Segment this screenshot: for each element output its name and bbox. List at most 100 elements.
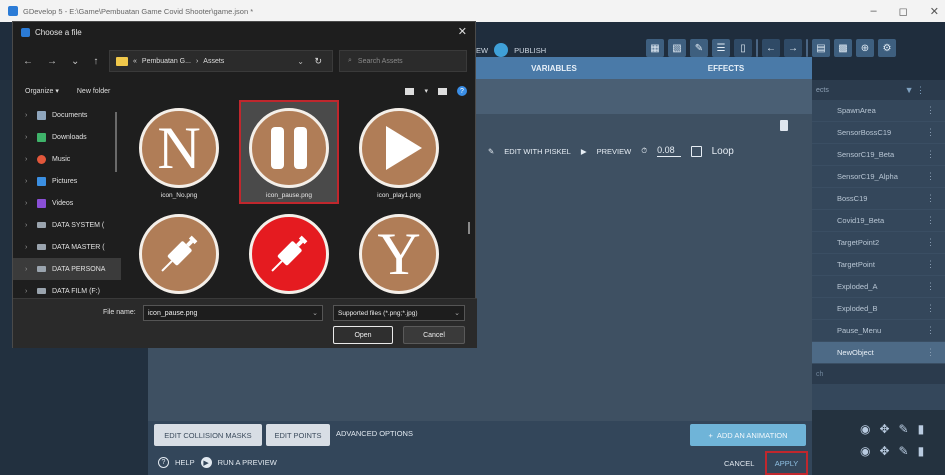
nav-item-downloads[interactable]: › Downloads	[13, 126, 121, 148]
object-item[interactable]: SensorC19_Beta ⋮	[812, 144, 945, 166]
close-icon[interactable]: ✕	[930, 5, 939, 18]
up-arrow-icon[interactable]: ↑	[93, 56, 98, 67]
edit-points-button[interactable]: EDIT POINTS	[266, 424, 330, 446]
file-tile[interactable]: N icon_No.png	[131, 102, 227, 202]
file-tile[interactable]: icon_play1.png	[351, 102, 447, 202]
nav-item-drive[interactable]: › DATA MASTER (	[13, 236, 121, 258]
organize-menu[interactable]: Organize ▾	[25, 87, 59, 95]
cancel-button[interactable]: CANCEL	[724, 459, 754, 468]
layers-icon[interactable]: ☰	[712, 39, 730, 57]
object-item[interactable]: Pause_Menu ⋮	[812, 320, 945, 342]
refresh-icon[interactable]: ↻	[314, 56, 322, 67]
chevron-down-icon[interactable]: ⌄	[297, 57, 304, 66]
settings-icon[interactable]: ⚙	[878, 39, 896, 57]
move-icon[interactable]: ✥	[879, 444, 889, 458]
tab-effects[interactable]: EFFECTS	[640, 57, 812, 79]
more-icon[interactable]: ⋮	[926, 215, 935, 226]
trash-icon[interactable]	[780, 120, 788, 131]
grid-scrollbar[interactable]	[468, 222, 470, 234]
file-tile[interactable]	[241, 208, 337, 294]
visibility-icon[interactable]: ◉	[860, 422, 870, 436]
more-icon[interactable]: ⋮	[926, 281, 935, 292]
move-icon[interactable]: ✥	[879, 422, 889, 436]
file-tile[interactable]	[131, 208, 227, 294]
advanced-options-button[interactable]: ADVANCED OPTIONS	[336, 429, 413, 438]
object-groups-icon[interactable]: ▧	[668, 39, 686, 57]
chevron-down-icon[interactable]: ⌄	[454, 309, 460, 317]
zoom-icon[interactable]: ⊕	[856, 39, 874, 57]
objects-panel-icon[interactable]: ▦	[646, 39, 664, 57]
visibility-icon[interactable]: ◉	[860, 444, 870, 458]
recent-chevron-icon[interactable]: ⌄	[71, 56, 79, 67]
preview-fragment[interactable]: EW	[476, 46, 488, 55]
change-view-icon[interactable]	[405, 87, 415, 95]
undo-icon[interactable]: ←	[762, 39, 780, 57]
nav-scrollbar[interactable]	[115, 112, 117, 172]
help-icon[interactable]: ?	[457, 86, 467, 96]
object-item[interactable]: TargetPoint2 ⋮	[812, 232, 945, 254]
properties-icon[interactable]: ✎	[690, 39, 708, 57]
chevron-down-icon[interactable]: ▾	[424, 87, 428, 95]
chevron-down-icon[interactable]: ⌄	[312, 309, 318, 317]
open-button[interactable]: Open	[333, 326, 393, 344]
breadcrumb-item[interactable]: Assets	[203, 58, 224, 65]
nav-item-pictures[interactable]: › Pictures	[13, 170, 121, 192]
file-name-input[interactable]: icon_pause.png ⌄	[143, 305, 323, 321]
object-item[interactable]: Covid19_Beta ⋮	[812, 210, 945, 232]
instances-icon[interactable]: ▯	[734, 39, 752, 57]
more-icon[interactable]: ⋮	[926, 127, 935, 138]
expand-icon[interactable]: ›	[25, 134, 31, 141]
back-arrow-icon[interactable]: ←	[23, 56, 33, 67]
publish-button[interactable]: PUBLISH	[514, 46, 546, 55]
run-preview-button[interactable]: RUN A PREVIEW	[218, 458, 277, 467]
maximize-icon[interactable]: ◻	[899, 5, 908, 18]
forward-arrow-icon[interactable]: →	[47, 56, 57, 67]
time-between-frames-input[interactable]: 0.08	[657, 145, 681, 157]
object-item[interactable]: Exploded_A ⋮	[812, 276, 945, 298]
apply-button[interactable]: APPLY	[765, 451, 808, 475]
expand-icon[interactable]: ›	[25, 266, 31, 273]
nav-item-drive[interactable]: › DATA PERSONA	[13, 258, 121, 280]
more-icon[interactable]: ⋮	[926, 237, 935, 248]
expand-icon[interactable]: ›	[25, 178, 31, 185]
redo-icon[interactable]: →	[784, 39, 802, 57]
more-icon[interactable]: ⋮	[926, 259, 935, 270]
expand-icon[interactable]: ›	[25, 288, 31, 295]
events-icon[interactable]: ▤	[812, 39, 830, 57]
file-tile-selected[interactable]: icon_pause.png	[239, 100, 339, 204]
nav-item-videos[interactable]: › Videos	[13, 192, 121, 214]
close-icon[interactable]: ✕	[458, 25, 467, 38]
edit-icon[interactable]: ✎	[899, 422, 909, 436]
publish-icon[interactable]	[494, 43, 509, 57]
loop-checkbox[interactable]	[690, 145, 702, 157]
file-type-select[interactable]: Supported files (*.png;*.jpg) ⌄	[333, 305, 465, 321]
more-icon[interactable]: ⋮	[926, 171, 935, 182]
more-icon[interactable]: ⋮	[926, 105, 935, 116]
more-icon[interactable]: ⋮	[926, 193, 935, 204]
address-bar[interactable]: « Pembuatan G... › Assets ⌄ ↻	[109, 50, 333, 72]
expand-icon[interactable]: ›	[25, 112, 31, 119]
add-animation-button[interactable]: + ADD AN ANIMATION	[690, 424, 806, 446]
object-item[interactable]: SensorBossC19 ⋮	[812, 122, 945, 144]
preview-button[interactable]: PREVIEW	[597, 147, 632, 156]
object-item[interactable]: TargetPoint ⋮	[812, 254, 945, 276]
tab-variables[interactable]: VARIABLES	[468, 57, 640, 79]
object-item[interactable]: SpawnArea ⋮	[812, 100, 945, 122]
nav-item-documents[interactable]: › Documents	[13, 104, 121, 126]
search-input[interactable]: ⌕ Search Assets	[339, 50, 467, 72]
edit-collision-masks-button[interactable]: EDIT COLLISION MASKS	[154, 424, 262, 446]
expand-icon[interactable]: ›	[25, 244, 31, 251]
object-item-selected[interactable]: NewObject ⋮	[812, 342, 945, 364]
edit-icon[interactable]: ✎	[899, 444, 909, 458]
more-icon[interactable]: ⋮	[926, 149, 935, 160]
breadcrumb-item[interactable]: Pembuatan G...	[142, 58, 191, 65]
minimize-icon[interactable]: –	[871, 5, 877, 17]
object-item[interactable]: SensorC19_Alpha ⋮	[812, 166, 945, 188]
nav-item-music[interactable]: › Music	[13, 148, 121, 170]
more-icon[interactable]: ⋮	[926, 347, 935, 358]
file-cancel-button[interactable]: Cancel	[403, 326, 465, 344]
more-icon[interactable]: ⋮	[926, 325, 935, 336]
file-tile[interactable]: Y	[351, 208, 447, 294]
expand-icon[interactable]: ›	[25, 156, 31, 163]
delete-icon[interactable]: ▮	[918, 422, 925, 436]
